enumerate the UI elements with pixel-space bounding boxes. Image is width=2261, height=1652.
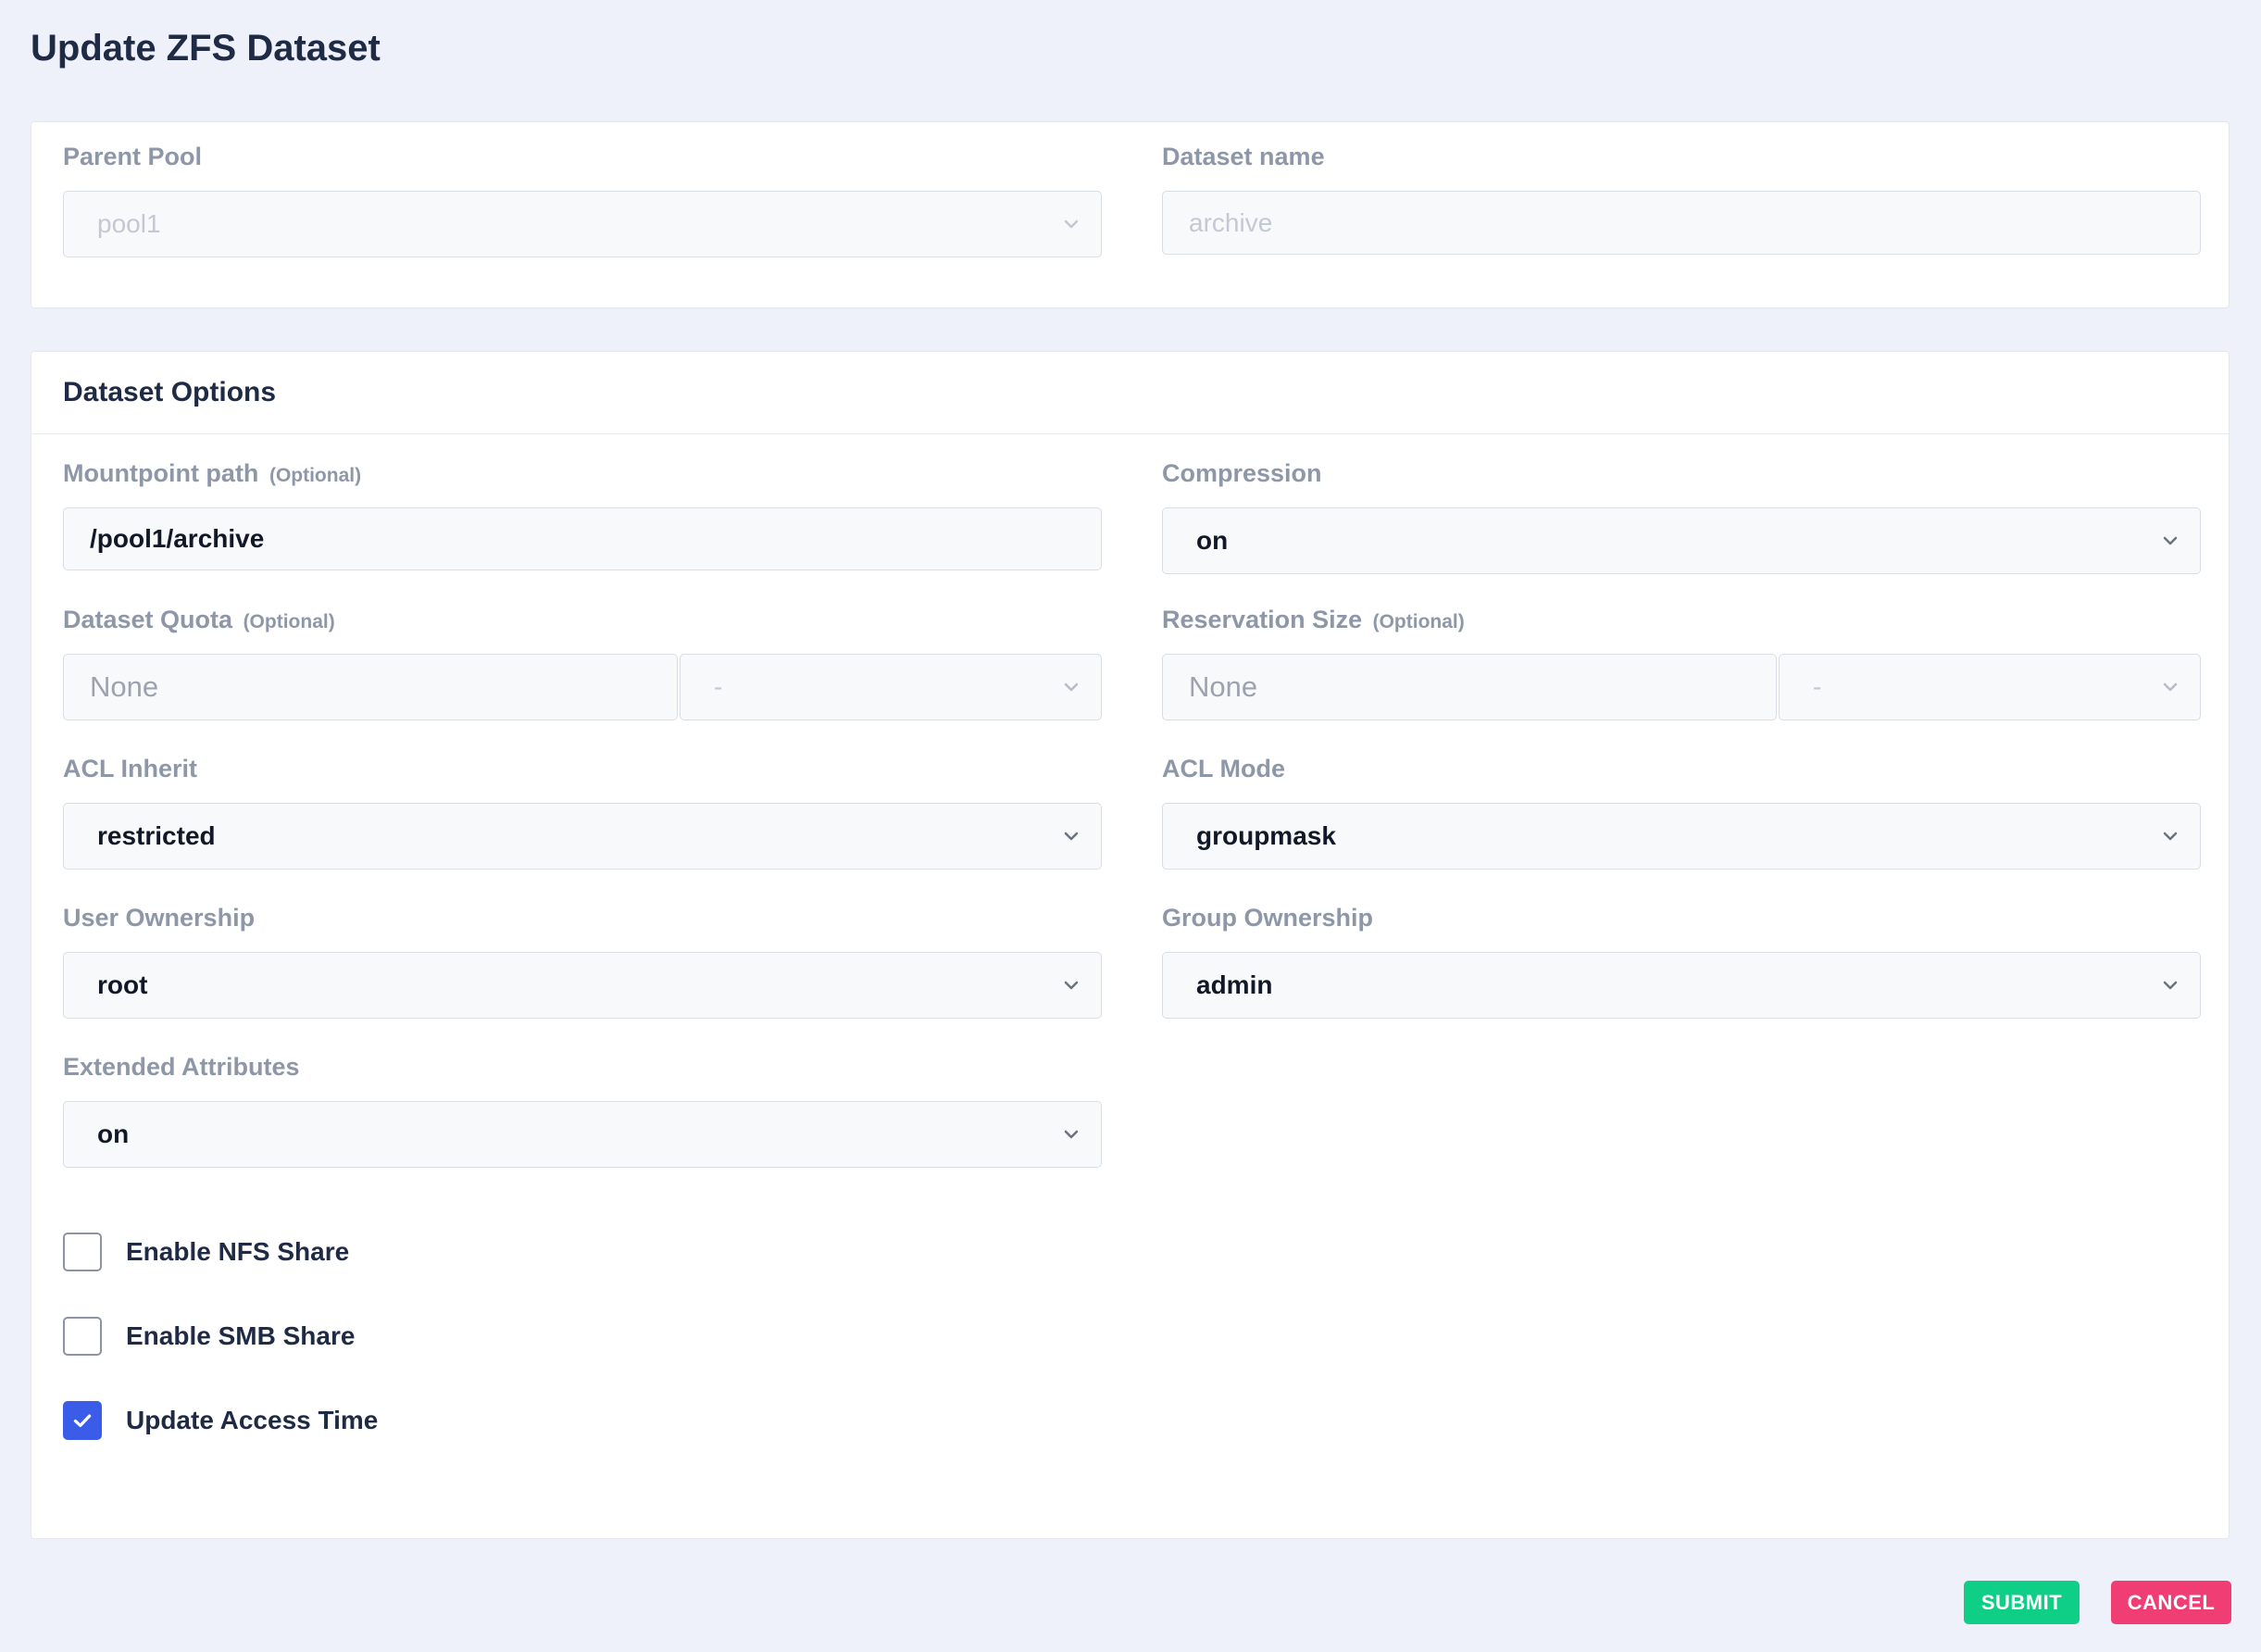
reservation-label-text: Reservation Size	[1162, 606, 1363, 633]
parent-pool-label: Parent Pool	[63, 143, 203, 170]
cancel-button[interactable]: CANCEL	[2111, 1581, 2231, 1624]
extended-attributes-field: Extended Attributes on	[63, 1051, 1102, 1168]
chevron-down-icon	[1060, 213, 1082, 235]
quota-field: Dataset Quota (Optional) None -	[63, 604, 1102, 720]
group-ownership-label: Group Ownership	[1162, 904, 1374, 932]
update-access-time-row[interactable]: Update Access Time	[63, 1400, 378, 1441]
acl-mode-select[interactable]: groupmask	[1162, 803, 2201, 870]
chevron-down-icon	[2159, 974, 2181, 996]
extended-attributes-value: on	[97, 1120, 130, 1148]
acl-inherit-field: ACL Inherit restricted	[63, 753, 1102, 870]
update-access-time-label[interactable]: Update Access Time	[126, 1406, 378, 1435]
group-ownership-field: Group Ownership admin	[1162, 902, 2201, 1019]
quota-label: Dataset Quota (Optional)	[63, 604, 1102, 635]
enable-smb-share-checkbox[interactable]	[63, 1317, 102, 1356]
parent-pool-value: pool1	[97, 209, 161, 238]
compression-field: Compression on	[1162, 457, 2201, 574]
acl-inherit-value: restricted	[97, 821, 216, 850]
user-ownership-field: User Ownership root	[63, 902, 1102, 1019]
optional-tag: (Optional)	[269, 465, 362, 486]
compression-select[interactable]: on	[1162, 507, 2201, 574]
compression-label: Compression	[1162, 459, 1322, 487]
acl-mode-field: ACL Mode groupmask	[1162, 753, 2201, 870]
dataset-identity-card: Parent Pool pool1 Dataset name archive	[31, 121, 2230, 308]
dataset-options-card: Dataset Options Mountpoint path (Optiona…	[31, 351, 2230, 1539]
chevron-down-icon	[1060, 974, 1082, 996]
mountpoint-label: Mountpoint path (Optional)	[63, 457, 1102, 489]
user-ownership-label: User Ownership	[63, 904, 256, 932]
chevron-down-icon	[1060, 676, 1082, 698]
chevron-down-icon	[1060, 1123, 1082, 1145]
page-title: Update ZFS Dataset	[31, 28, 381, 69]
chevron-down-icon	[2159, 825, 2181, 847]
update-access-time-checkbox[interactable]	[63, 1401, 102, 1440]
dataset-name-label: Dataset name	[1162, 143, 1325, 170]
quota-label-text: Dataset Quota	[63, 606, 233, 633]
submit-button[interactable]: SUBMIT	[1964, 1581, 2080, 1624]
dataset-options-title: Dataset Options	[63, 377, 277, 407]
optional-tag: (Optional)	[1372, 611, 1465, 632]
quota-unit-select[interactable]: -	[680, 654, 1102, 720]
extended-attributes-select[interactable]: on	[63, 1101, 1102, 1168]
parent-pool-select[interactable]: pool1	[63, 191, 1102, 257]
quota-size-input[interactable]: None	[63, 654, 678, 720]
enable-nfs-share-label[interactable]: Enable NFS Share	[126, 1237, 349, 1267]
user-ownership-value: root	[97, 970, 148, 999]
extended-attributes-label: Extended Attributes	[63, 1053, 300, 1081]
enable-smb-share-label[interactable]: Enable SMB Share	[126, 1321, 355, 1351]
dataset-name-input[interactable]: archive	[1162, 191, 2201, 255]
dataset-name-value: archive	[1189, 207, 1273, 237]
quota-unit-value: -	[714, 672, 723, 701]
enable-smb-share-row[interactable]: Enable SMB Share	[63, 1316, 355, 1357]
compression-value: on	[1196, 526, 1229, 555]
acl-mode-label: ACL Mode	[1162, 755, 1285, 782]
group-ownership-select[interactable]: admin	[1162, 952, 2201, 1019]
reservation-size-input[interactable]: None	[1162, 654, 1777, 720]
mountpoint-input[interactable]: /pool1/archive	[63, 507, 1102, 570]
reservation-placeholder: None	[1189, 670, 1258, 703]
acl-inherit-select[interactable]: restricted	[63, 803, 1102, 870]
chevron-down-icon	[1060, 825, 1082, 847]
user-ownership-select[interactable]: root	[63, 952, 1102, 1019]
check-icon	[73, 1414, 92, 1428]
reservation-field: Reservation Size (Optional) None -	[1162, 604, 2201, 720]
enable-nfs-share-row[interactable]: Enable NFS Share	[63, 1232, 349, 1272]
reservation-unit-select[interactable]: -	[1779, 654, 2201, 720]
acl-mode-value: groupmask	[1196, 821, 1336, 850]
dataset-options-header: Dataset Options	[31, 352, 2229, 434]
reservation-unit-value: -	[1813, 672, 1822, 701]
parent-pool-field: Parent Pool pool1	[63, 141, 1102, 257]
quota-placeholder: None	[90, 670, 159, 703]
reservation-label: Reservation Size (Optional)	[1162, 604, 2201, 635]
group-ownership-value: admin	[1196, 970, 1273, 999]
chevron-down-icon	[2159, 530, 2181, 552]
dataset-name-field: Dataset name archive	[1162, 141, 2201, 255]
enable-nfs-share-checkbox[interactable]	[63, 1233, 102, 1271]
optional-tag: (Optional)	[243, 611, 335, 632]
mountpoint-field: Mountpoint path (Optional) /pool1/archiv…	[63, 457, 1102, 570]
chevron-down-icon	[2159, 676, 2181, 698]
acl-inherit-label: ACL Inherit	[63, 755, 198, 782]
mountpoint-value: /pool1/archive	[90, 524, 265, 553]
mountpoint-label-text: Mountpoint path	[63, 459, 259, 487]
